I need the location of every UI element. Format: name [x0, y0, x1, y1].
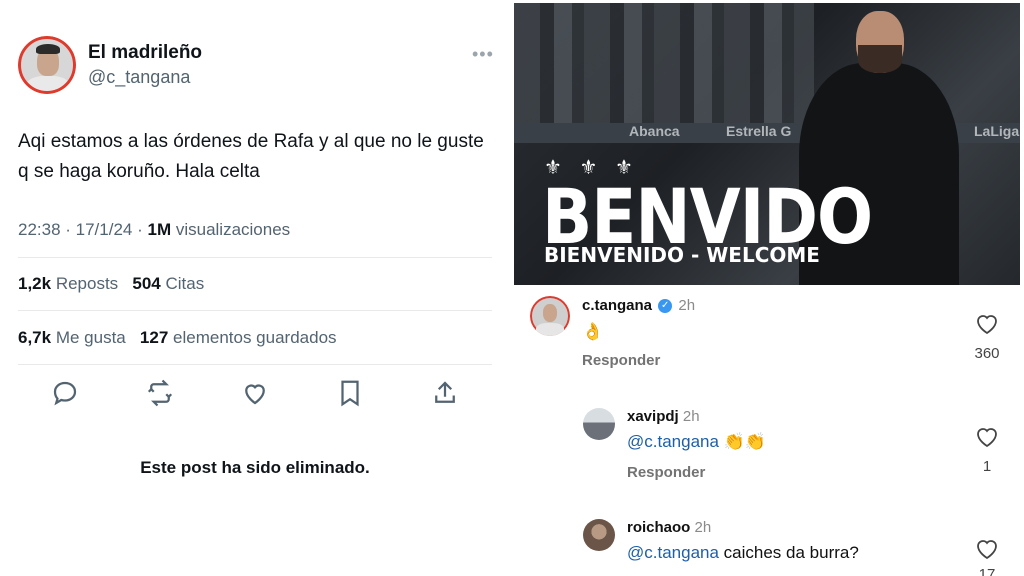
mention-link[interactable]: @c.tangana: [627, 432, 719, 451]
instagram-panel: Abanca Estrella G LaLiga ⚜ ⚜ ⚜ BENVIDO B…: [514, 0, 1024, 576]
comment-text: @c.tangana 👏👏: [627, 432, 766, 451]
tweet-panel: El madrileño @c_tangana ••• Aqi estamos …: [0, 0, 510, 576]
banner-subline: BIENVENIDO - WELCOME: [544, 243, 820, 267]
comment-text: 👌: [582, 322, 604, 341]
avatar[interactable]: [583, 408, 615, 440]
sponsor-board: LaLiga: [974, 123, 1020, 139]
reply-button[interactable]: Responder: [627, 464, 705, 481]
tweet-text: Aqi estamos a las órdenes de Rafa y al q…: [18, 131, 484, 182]
likes-link[interactable]: 6,7k Me gusta: [18, 328, 126, 347]
welcome-banner-image: Abanca Estrella G LaLiga ⚜ ⚜ ⚜ BENVIDO B…: [514, 3, 1020, 285]
comment-username[interactable]: c.tangana ✓ 2h: [582, 297, 695, 314]
tweet-time[interactable]: 22:38 · 17/1/24 ·: [18, 220, 147, 239]
avatar[interactable]: [18, 36, 76, 94]
avatar[interactable]: [583, 519, 615, 551]
display-name[interactable]: El madrileño: [88, 42, 202, 64]
verified-icon: ✓: [658, 299, 673, 314]
action-bar: [50, 378, 470, 408]
reposts-link[interactable]: 1,2k Reposts: [18, 274, 118, 293]
deleted-notice: Este post ha sido eliminado.: [140, 458, 370, 477]
heart-icon[interactable]: [975, 426, 999, 448]
more-options-icon[interactable]: •••: [472, 44, 494, 65]
views-label: visualizaciones: [171, 220, 291, 239]
user-handle[interactable]: @c_tangana: [88, 67, 190, 88]
bookmarks-count: 127 elementos guardados: [139, 328, 337, 347]
sponsor-board: Abanca: [629, 123, 680, 139]
repost-stats: 1,2k Reposts 504 Citas: [18, 274, 204, 294]
tweet-meta: 22:38 · 17/1/24 · 1M visualizaciones: [18, 220, 290, 240]
mention-link[interactable]: @c.tangana: [627, 543, 719, 562]
divider: [18, 310, 492, 311]
divider: [18, 257, 492, 258]
comment-text: @c.tangana caiches da burra?: [627, 543, 859, 562]
views-count: 1M: [147, 220, 172, 239]
share-icon[interactable]: [430, 378, 460, 408]
reply-button[interactable]: Responder: [582, 352, 660, 369]
reply-icon[interactable]: [50, 378, 80, 408]
quotes-link[interactable]: 504 Citas: [132, 274, 204, 293]
heart-icon[interactable]: [975, 313, 999, 335]
sponsor-board: Estrella G: [726, 123, 792, 139]
like-stats: 6,7k Me gusta 127 elementos guardados: [18, 328, 337, 348]
like-icon[interactable]: [240, 378, 270, 408]
bookmark-icon[interactable]: [335, 378, 365, 408]
comment-username[interactable]: xavipdj 2h: [627, 408, 700, 425]
divider: [18, 364, 492, 365]
like-count: 1: [982, 458, 992, 475]
repost-icon[interactable]: [145, 378, 175, 408]
comment-username[interactable]: roichaoo 2h: [627, 519, 711, 536]
heart-icon[interactable]: [975, 538, 999, 560]
like-count: 360: [974, 345, 1000, 362]
avatar[interactable]: [530, 296, 570, 336]
like-count: 17: [978, 566, 996, 576]
